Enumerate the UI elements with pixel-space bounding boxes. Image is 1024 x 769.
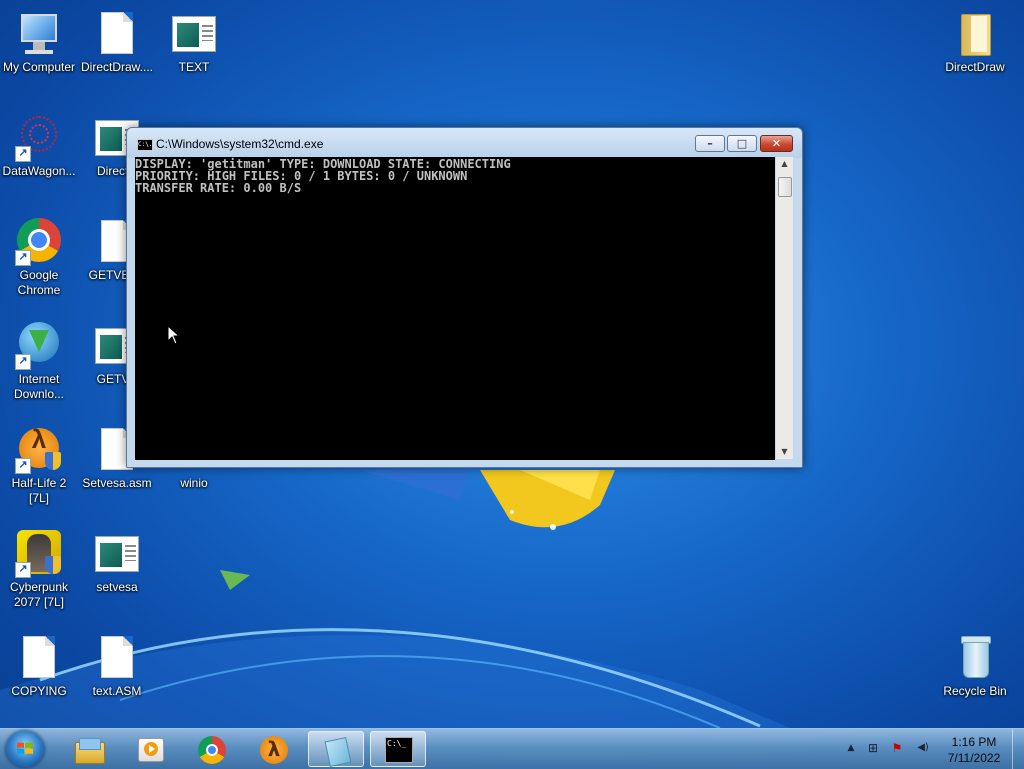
icon-label: COPYING (11, 684, 67, 698)
minimize-icon: – (707, 137, 713, 150)
document-icon (93, 10, 141, 58)
icon-label: Half-Life 2 [7L] (11, 476, 67, 505)
half-life-icon: λ (260, 736, 288, 764)
shortcut-arrow-icon: ↗ (15, 562, 31, 578)
chrome-icon: ↗ (15, 218, 63, 266)
icon-label: DirectDraw (945, 60, 1005, 74)
shortcut-arrow-icon: ↗ (15, 354, 31, 370)
desktop-icon-text[interactable]: TEXT (155, 10, 233, 75)
desktop-icon-internet-download[interactable]: ↗ Internet Downlo... (0, 322, 78, 402)
desktop-icon-cyberpunk-2077[interactable]: ↗ Cyberpunk 2077 [7L] (0, 530, 78, 610)
taskbar-explorer-button[interactable] (61, 731, 117, 767)
document-icon (15, 634, 63, 682)
desktop-icon-half-life-2[interactable]: λ ↗ Half-Life 2 [7L] (0, 426, 78, 506)
computer-icon (15, 10, 63, 58)
cmd-window-icon: C:\. (137, 139, 153, 151)
icon-label: Cyberpunk 2077 [7L] (9, 580, 69, 609)
taskbar-cmd-button[interactable]: C:\_ (370, 731, 426, 767)
desktop-icon-datawagon[interactable]: ↗ DataWagon... (0, 114, 78, 179)
taskbar-half-life-button[interactable]: λ (246, 731, 302, 767)
show-hidden-icons-icon[interactable]: ▲ (844, 741, 858, 755)
icon-label: Google Chrome (17, 268, 61, 297)
icon-label: DataWagon... (2, 164, 76, 178)
close-button[interactable]: ✕ (760, 135, 793, 152)
cmd-icon-text: C:\_ (387, 739, 407, 748)
explorer-icon (75, 736, 105, 764)
console-output[interactable]: DISPLAY: 'getitman' TYPE: DOWNLOAD STATE… (135, 157, 775, 460)
icon-label: Recycle Bin (943, 684, 1007, 698)
show-desktop-button[interactable] (1012, 729, 1024, 769)
maximize-icon: □ (736, 137, 748, 150)
network-icon[interactable]: ⊞ (866, 741, 880, 755)
chrome-icon (198, 736, 226, 764)
shortcut-arrow-icon: ↗ (15, 458, 31, 474)
mouse-pointer-icon (167, 325, 181, 345)
desktop-icon-directdraw-file[interactable]: DirectDraw.... (78, 10, 156, 75)
window-title: C:\Windows\system32\cmd.exe (156, 137, 324, 151)
close-icon: ✕ (771, 137, 782, 150)
maximize-button[interactable]: □ (727, 135, 757, 152)
minimize-button[interactable]: – (695, 135, 725, 152)
scroll-down-icon[interactable]: ▼ (776, 445, 793, 459)
icon-label: DirectDraw.... (80, 60, 153, 74)
taskbar: λ C:\_ ▲ ⊞ ⚑ ◀) 1:16 PM 7/11/2022 (0, 728, 1024, 769)
scroll-up-icon[interactable]: ▲ (776, 157, 793, 171)
cyberpunk-icon: ↗ (15, 530, 63, 578)
desktop-icon-my-computer[interactable]: My Computer (0, 10, 78, 75)
icon-label: My Computer (2, 60, 76, 74)
window-app-icon (93, 530, 141, 578)
icon-label: Internet Downlo... (13, 372, 65, 401)
windows-logo-icon (17, 742, 33, 754)
shortcut-arrow-icon: ↗ (15, 146, 31, 162)
cmd-icon: C:\_ (385, 737, 413, 763)
scrollbar-thumb[interactable] (778, 177, 792, 197)
console-line: TRANSFER RATE: 0.00 B/S (135, 181, 302, 195)
desktop-icon-setvesa[interactable]: setvesa (78, 530, 156, 595)
desktop-icon-google-chrome[interactable]: ↗ Google Chrome (0, 218, 78, 298)
icon-label: setvesa (96, 580, 138, 594)
clock-date: 7/11/2022 (947, 751, 1001, 765)
taskbar-media-player-button[interactable] (122, 731, 178, 767)
clock-time: 1:16 PM (951, 735, 997, 749)
vertical-scrollbar[interactable]: ▲ ▼ (776, 157, 793, 459)
taskbar-chrome-button[interactable] (184, 731, 240, 767)
datawagon-icon: ↗ (15, 114, 63, 162)
notepad-icon (323, 736, 352, 768)
icon-label: Setvesa.asm (82, 476, 152, 490)
cmd-window[interactable]: C:\. C:\Windows\system32\cmd.exe – □ ✕ D… (126, 127, 803, 468)
idm-icon: ↗ (15, 322, 63, 370)
desktop-icon-copying[interactable]: COPYING (0, 634, 78, 699)
half-life-icon: λ ↗ (15, 426, 63, 474)
window-titlebar[interactable]: C:\. C:\Windows\system32\cmd.exe – □ ✕ (127, 128, 802, 158)
taskbar-clock[interactable]: 1:16 PM 7/11/2022 (926, 734, 1022, 766)
recycle-bin-icon (951, 634, 999, 682)
media-player-icon (136, 736, 164, 762)
desktop-icon-recycle-bin[interactable]: Recycle Bin (936, 634, 1014, 699)
icon-label: winio (180, 476, 208, 490)
icon-label: text.ASM (92, 684, 142, 698)
start-button[interactable] (6, 731, 44, 767)
taskbar-notepad-button[interactable] (308, 731, 364, 768)
folder-icon (951, 10, 999, 58)
document-icon (93, 634, 141, 682)
icon-label: TEXT (178, 60, 210, 74)
desktop-icon-text-asm[interactable]: text.ASM (78, 634, 156, 699)
desktop-icon-directdraw-folder[interactable]: DirectDraw (936, 10, 1014, 75)
window-app-icon (170, 10, 218, 58)
shortcut-arrow-icon: ↗ (15, 250, 31, 266)
action-center-icon[interactable]: ⚑ (890, 741, 904, 755)
